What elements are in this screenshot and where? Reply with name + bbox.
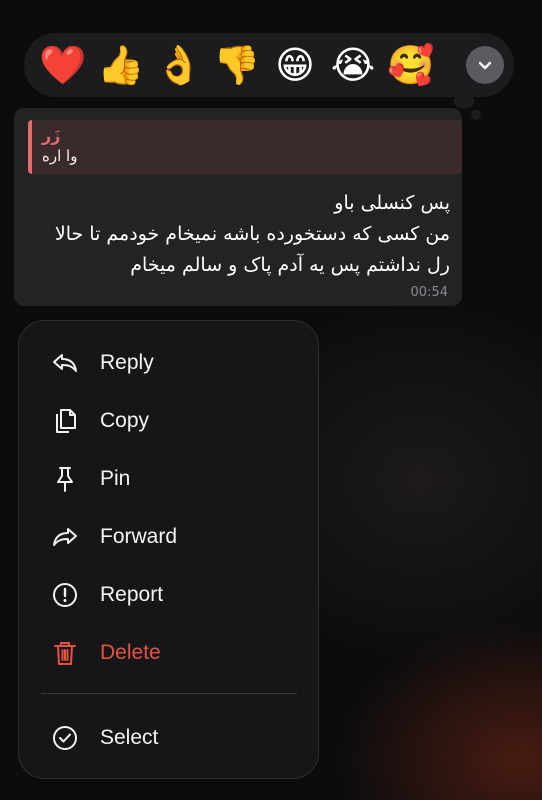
menu-label-forward: Forward: [100, 525, 178, 548]
chevron-down-icon: [478, 61, 492, 70]
message-time: 00:54: [410, 285, 448, 300]
menu-item-delete[interactable]: Delete: [19, 624, 318, 682]
reaction-thumbs-down[interactable]: 👎: [208, 36, 266, 94]
context-menu: Reply Copy Pin Forward Report Delete Sel…: [18, 320, 319, 779]
menu-item-pin[interactable]: Pin: [19, 450, 318, 508]
reaction-smiling-face-hearts[interactable]: 🥰: [382, 36, 440, 94]
menu-label-reply: Reply: [100, 351, 154, 374]
menu-label-delete: Delete: [100, 641, 161, 664]
reply-quote[interactable]: زَر وا اره: [28, 120, 462, 174]
copy-icon: [51, 407, 79, 435]
trash-icon: [51, 639, 79, 667]
message-text: پس کنسلی باو من کسی که دستخورده باشه نمی…: [54, 192, 450, 276]
reply-author: زَر: [42, 126, 61, 145]
menu-item-reply[interactable]: Reply: [19, 334, 318, 392]
reaction-thumbs-up[interactable]: 👍: [92, 36, 150, 94]
reaction-grinning-face[interactable]: 😁: [266, 36, 324, 94]
menu-label-copy: Copy: [100, 409, 150, 432]
reaction-bar-tail: [454, 94, 474, 108]
reaction-crying-face[interactable]: 😭: [324, 36, 382, 94]
forward-icon: [51, 523, 79, 551]
menu-item-forward[interactable]: Forward: [19, 508, 318, 566]
menu-item-report[interactable]: Report: [19, 566, 318, 624]
menu-label-pin: Pin: [100, 467, 131, 490]
menu-label-report: Report: [100, 583, 164, 606]
reply-icon: [51, 349, 79, 377]
select-check-icon: [51, 724, 79, 752]
reaction-bar-tail-dot: [471, 110, 481, 120]
menu-item-select[interactable]: Select: [19, 709, 318, 767]
menu-divider: [41, 693, 297, 694]
reply-text: وا اره: [42, 147, 78, 165]
reaction-heart[interactable]: ❤️: [34, 36, 92, 94]
expand-reactions-button[interactable]: [466, 46, 504, 84]
menu-label-select: Select: [100, 726, 159, 749]
pin-icon: [51, 465, 79, 493]
reaction-bar: ❤️ 👍 👌 👎 😁 😭 🥰: [24, 33, 514, 97]
reaction-ok-hand[interactable]: 👌: [150, 36, 208, 94]
menu-item-copy[interactable]: Copy: [19, 392, 318, 450]
message-bubble[interactable]: زَر وا اره پس کنسلی باو من کسی که دستخور…: [14, 108, 462, 306]
report-icon: [51, 581, 79, 609]
